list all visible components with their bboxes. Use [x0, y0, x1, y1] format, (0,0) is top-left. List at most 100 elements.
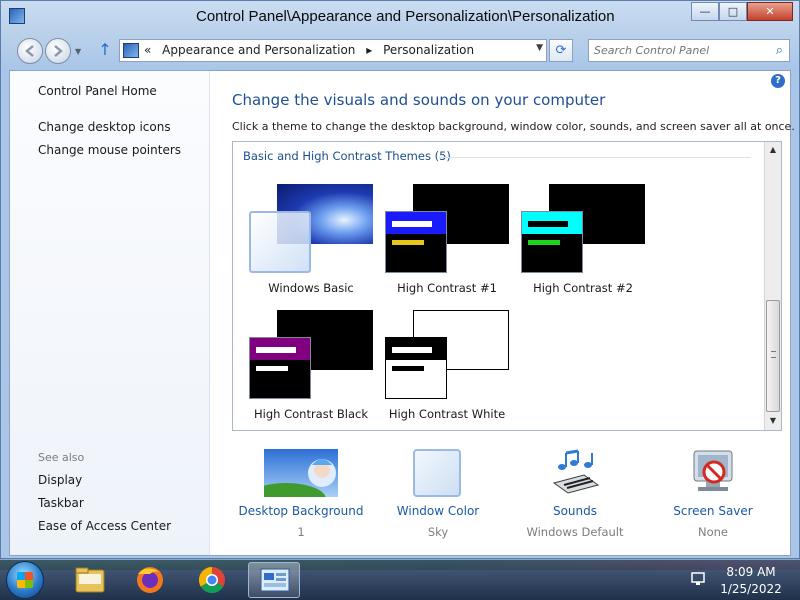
windows-logo-icon: [17, 572, 33, 588]
theme-windows-basic[interactable]: Windows Basic: [249, 184, 381, 304]
window-title: Control Panel\Appearance and Personaliza…: [196, 8, 615, 25]
taskbar-firefox[interactable]: [124, 562, 176, 598]
text-swatch: [256, 366, 288, 371]
taskbar-chrome[interactable]: [186, 562, 238, 598]
title-text-swatch: [392, 221, 432, 227]
search-input[interactable]: [594, 42, 764, 59]
close-button[interactable]: ✕: [747, 2, 793, 21]
sounds-label[interactable]: Sounds: [510, 504, 640, 518]
network-icon[interactable]: [690, 571, 706, 587]
breadcrumb-overflow[interactable]: «: [144, 43, 151, 57]
search-box: ⌕: [588, 39, 790, 62]
search-icon[interactable]: ⌕: [776, 43, 783, 58]
firefox-icon: [137, 567, 163, 593]
theme-preview-window: [249, 337, 311, 399]
recent-pages-dropdown[interactable]: ▼: [75, 47, 81, 56]
desktop-background-setting[interactable]: Desktop Background 1: [236, 449, 366, 549]
title-text-swatch: [528, 221, 568, 227]
theme-high-contrast-1[interactable]: High Contrast #1: [385, 184, 517, 304]
taskbar: 8:09 AM 1/25/2022: [0, 559, 800, 600]
desktop-background-value: 1: [297, 525, 305, 539]
sidebar-item-taskbar[interactable]: Taskbar: [38, 496, 84, 510]
clock-time[interactable]: 8:09 AM: [716, 565, 786, 579]
scroll-thumb[interactable]: [766, 300, 780, 412]
window-color-icon: [413, 449, 461, 497]
forward-arrow-icon: [54, 45, 63, 57]
window-color-label[interactable]: Window Color: [373, 504, 503, 518]
breadcrumb-personalization[interactable]: Personalization: [383, 43, 474, 57]
back-arrow-icon: [25, 45, 34, 57]
window-color-setting[interactable]: Window Color Sky: [373, 449, 503, 549]
forward-button[interactable]: [45, 38, 71, 64]
title-text-swatch: [392, 347, 432, 353]
scroll-up-icon[interactable]: ▲: [765, 142, 781, 158]
breadcrumb-appearance[interactable]: Appearance and Personalization: [162, 43, 355, 57]
screen-saver-value: None: [697, 525, 728, 539]
breadcrumb-chevron-icon[interactable]: ▸: [366, 43, 372, 57]
text-swatch: [528, 240, 560, 245]
control-panel-icon: [260, 568, 290, 592]
page-description: Click a theme to change the desktop back…: [232, 120, 795, 133]
minimize-button[interactable]: —: [691, 2, 719, 21]
themes-scrollbar[interactable]: ▲ ▼: [764, 142, 781, 430]
theme-high-contrast-black[interactable]: High Contrast Black: [249, 310, 381, 430]
sidebar-item-display[interactable]: Display: [38, 473, 82, 487]
grip-icon: [771, 351, 776, 358]
taskbar-control-panel[interactable]: [248, 562, 300, 598]
address-bar[interactable]: « Appearance and Personalization ▸ Perso…: [119, 39, 547, 62]
theme-preview-window: [385, 211, 447, 273]
explorer-folder-icon: [75, 567, 105, 593]
screen-saver-label[interactable]: Screen Saver: [648, 504, 778, 518]
theme-preview-window: [385, 337, 447, 399]
theme-label: High Contrast White: [388, 407, 506, 421]
taskbar-explorer[interactable]: [64, 562, 116, 598]
theme-preview-window: [249, 211, 311, 273]
theme-label: High Contrast #2: [533, 281, 633, 295]
title-bar[interactable]: Control Panel\Appearance and Personaliza…: [1, 1, 799, 33]
sidebar-item-change-mouse-pointers[interactable]: Change mouse pointers: [38, 143, 181, 157]
chevron-down-icon[interactable]: ▼: [536, 43, 543, 53]
up-arrow-icon[interactable]: ↑: [95, 40, 115, 60]
help-icon[interactable]: ?: [771, 74, 785, 88]
sidebar: Control Panel Home Change desktop icons …: [10, 71, 210, 555]
theme-label: Windows Basic: [268, 281, 354, 295]
control-panel-icon: [9, 8, 25, 24]
back-button[interactable]: [17, 38, 43, 64]
page-title: Change the visuals and sounds on your co…: [232, 91, 606, 109]
maximize-button[interactable]: □: [719, 2, 747, 21]
see-also-label: See also: [38, 451, 85, 464]
sounds-icon: [552, 449, 600, 494]
title-text-swatch: [256, 347, 296, 353]
text-swatch: [392, 366, 424, 371]
themes-group-title: Basic and High Contrast Themes (5): [243, 149, 451, 163]
sounds-setting[interactable]: Sounds Windows Default: [510, 449, 640, 549]
window-color-value: Sky: [427, 525, 449, 539]
themes-list: Basic and High Contrast Themes (5) Windo…: [232, 141, 782, 431]
control-panel-icon: [123, 43, 139, 58]
clock-date[interactable]: 1/25/2022: [716, 582, 786, 596]
window-controls: — □ ✕: [691, 2, 793, 21]
theme-high-contrast-2[interactable]: High Contrast #2: [521, 184, 653, 304]
navigation-bar: ▼ ↑ « Appearance and Personalization ▸ P…: [1, 35, 799, 65]
group-divider: [439, 157, 751, 158]
breadcrumb: « Appearance and Personalization ▸ Perso…: [144, 43, 481, 57]
theme-high-contrast-white[interactable]: High Contrast White: [385, 310, 517, 430]
screen-saver-icon: [693, 450, 733, 491]
theme-preview-window: [521, 211, 583, 273]
scroll-down-icon[interactable]: ▼: [765, 413, 781, 429]
content-area: Control Panel Home Change desktop icons …: [9, 70, 795, 556]
theme-label: High Contrast #1: [397, 281, 497, 295]
sidebar-item-change-desktop-icons[interactable]: Change desktop icons: [38, 120, 171, 134]
desktop-background-label[interactable]: Desktop Background: [236, 504, 366, 518]
chrome-icon: [198, 566, 225, 594]
text-swatch: [392, 240, 424, 245]
theme-label: High Contrast Black: [254, 407, 368, 421]
sidebar-item-control-panel-home[interactable]: Control Panel Home: [38, 84, 157, 98]
control-panel-window: Control Panel\Appearance and Personaliza…: [0, 0, 800, 559]
start-button[interactable]: [6, 561, 44, 599]
sounds-value: Windows Default: [526, 525, 624, 539]
screen-saver-setting[interactable]: Screen Saver None: [648, 449, 778, 549]
refresh-button[interactable]: ⟳: [549, 39, 573, 62]
wallpaper-thumbnail-icon: [264, 449, 338, 497]
sidebar-item-ease-of-access-center[interactable]: Ease of Access Center: [38, 519, 171, 533]
